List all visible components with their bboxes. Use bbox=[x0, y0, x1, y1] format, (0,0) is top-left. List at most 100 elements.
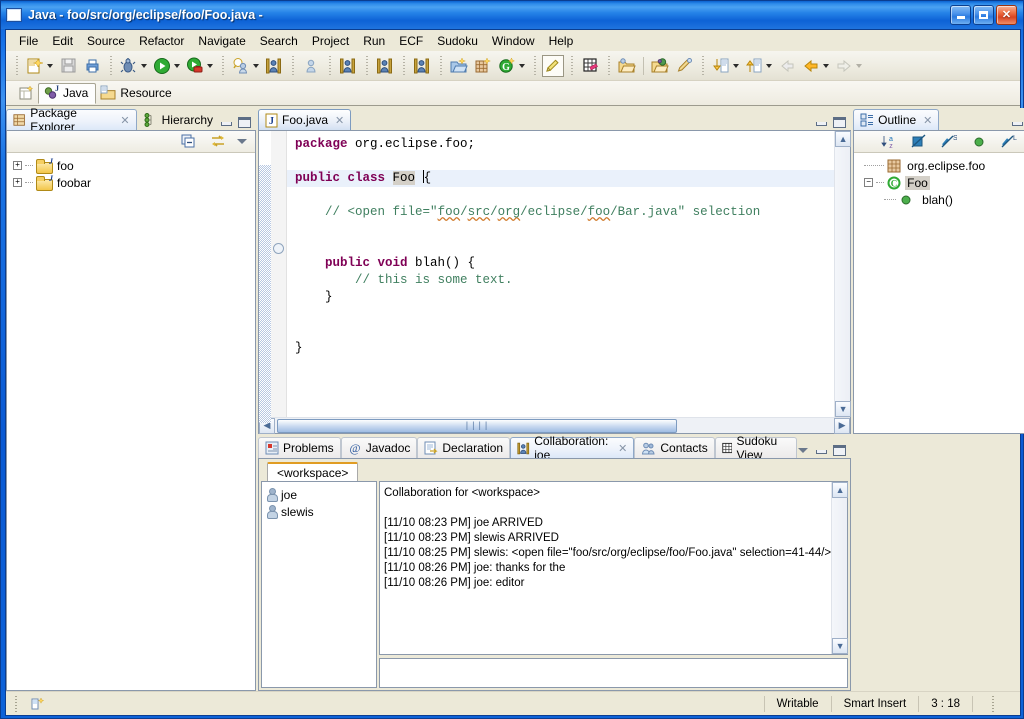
debug-dropdown-chevron-down-icon[interactable] bbox=[141, 63, 147, 68]
package-explorer-maximize-icon[interactable] bbox=[238, 117, 251, 128]
perspective-tab-java[interactable]: J Java bbox=[38, 82, 97, 104]
pencil-marker-icon[interactable] bbox=[542, 54, 564, 77]
tab-collaboration[interactable]: Collaboration: joe ✕ bbox=[510, 434, 635, 462]
menu-item-run[interactable]: Run bbox=[356, 32, 392, 50]
prev-annotation-icon[interactable] bbox=[743, 55, 765, 77]
menu-item-file[interactable]: File bbox=[12, 32, 45, 50]
new-wizard-icon[interactable] bbox=[24, 55, 46, 77]
expand-toggle-foobar[interactable]: + bbox=[13, 178, 22, 187]
debug-icon[interactable] bbox=[118, 55, 140, 77]
back-history-icon[interactable] bbox=[800, 55, 822, 77]
editor-vertical-scrollbar[interactable]: ▲ ▼ bbox=[834, 131, 852, 417]
editor-minimize-icon[interactable] bbox=[815, 117, 828, 128]
chat-input-field[interactable] bbox=[379, 658, 849, 688]
editor-maximize-icon[interactable] bbox=[833, 117, 847, 128]
tree-item-foo[interactable]: + J foo bbox=[13, 157, 255, 174]
package-explorer-minimize-icon[interactable] bbox=[220, 117, 233, 128]
tab-hierarchy[interactable]: Hierarchy bbox=[137, 109, 220, 130]
tab-problems[interactable]: Problems bbox=[258, 437, 341, 458]
collapse-all-icon[interactable] bbox=[177, 131, 199, 153]
roster-item-joe[interactable]: joe bbox=[266, 486, 376, 503]
tab-javadoc[interactable]: @ Javadoc bbox=[340, 437, 418, 458]
workspace-tab[interactable]: <workspace> bbox=[267, 462, 359, 481]
roster-item-slewis[interactable]: slewis bbox=[266, 503, 376, 520]
fold-collapse-icon[interactable] bbox=[273, 243, 284, 254]
hide-public-icon[interactable] bbox=[968, 131, 990, 153]
menu-item-edit[interactable]: Edit bbox=[45, 32, 80, 50]
scroll-down-button[interactable]: ▼ bbox=[835, 401, 852, 417]
menu-item-search[interactable]: Search bbox=[253, 32, 305, 50]
bottom-panel-minimize-icon[interactable] bbox=[815, 445, 828, 456]
tab-package-explorer-close-icon[interactable]: ✕ bbox=[120, 114, 129, 127]
hide-local-icon[interactable]: L bbox=[998, 131, 1020, 153]
menu-item-project[interactable]: Project bbox=[305, 32, 356, 50]
scroll-up-button[interactable]: ▲ bbox=[835, 131, 852, 147]
open-perspective-icon[interactable] bbox=[15, 82, 37, 104]
tab-foo-java-close-icon[interactable]: ✕ bbox=[335, 114, 344, 127]
external-tools-icon[interactable] bbox=[184, 55, 206, 77]
perspective-tab-resource[interactable]: Resource bbox=[96, 83, 178, 104]
ecf-collaboration-2-icon[interactable] bbox=[337, 55, 359, 77]
link-with-editor-icon[interactable] bbox=[207, 131, 229, 153]
new-dropdown-chevron-down-icon[interactable] bbox=[47, 63, 53, 68]
tab-sudoku-view[interactable]: Sudoku View bbox=[714, 434, 798, 462]
back-history-dropdown-chevron-down-icon[interactable] bbox=[823, 63, 829, 68]
package-explorer-view-menu-icon[interactable] bbox=[236, 136, 249, 147]
menu-item-navigate[interactable]: Navigate bbox=[191, 32, 252, 50]
outline-item-class[interactable]: − C Foo bbox=[864, 174, 1024, 191]
open-task-folder-icon[interactable] bbox=[448, 55, 470, 77]
new-g-dropdown-chevron-down-icon[interactable] bbox=[519, 63, 525, 68]
print-icon[interactable] bbox=[81, 55, 103, 77]
menu-item-sudoku[interactable]: Sudoku bbox=[430, 32, 485, 50]
run-icon[interactable] bbox=[151, 55, 173, 77]
external-tools-dropdown-chevron-down-icon[interactable] bbox=[207, 63, 213, 68]
scroll-right-button[interactable]: ▶ bbox=[834, 417, 851, 434]
hide-static-icon[interactable]: S bbox=[938, 131, 960, 153]
tab-contacts[interactable]: Contacts bbox=[634, 437, 715, 458]
ecf-collaboration-3-icon[interactable] bbox=[374, 55, 396, 77]
ecf-collaboration-icon[interactable] bbox=[263, 55, 285, 77]
menu-item-window[interactable]: Window bbox=[485, 32, 542, 50]
menu-item-ecf[interactable]: ECF bbox=[392, 32, 430, 50]
menu-item-source[interactable]: Source bbox=[80, 32, 132, 50]
source-code-text[interactable]: package org.eclipse.foo; public class Fo… bbox=[287, 131, 835, 417]
run-dropdown-chevron-down-icon[interactable] bbox=[174, 63, 180, 68]
open-type-search-icon[interactable] bbox=[230, 55, 252, 77]
menu-item-help[interactable]: Help bbox=[542, 32, 581, 50]
roster-list[interactable]: joe slewis bbox=[261, 481, 377, 688]
new-g-icon[interactable]: G bbox=[496, 55, 518, 77]
chat-log-scrollbar[interactable]: ▲ ▼ bbox=[831, 482, 849, 654]
close-button[interactable]: ✕ bbox=[996, 5, 1017, 25]
tab-collaboration-close-icon[interactable]: ✕ bbox=[618, 442, 627, 455]
menu-item-refactor[interactable]: Refactor bbox=[132, 32, 191, 50]
chat-log[interactable]: Collaboration for <workspace> [11/10 08:… bbox=[379, 481, 849, 655]
bottom-panel-view-menu-icon[interactable] bbox=[797, 445, 810, 456]
outline-item-method[interactable]: blah() bbox=[864, 191, 1024, 208]
ecf-collaboration-4-icon[interactable] bbox=[411, 55, 433, 77]
open-type-dropdown-chevron-down-icon[interactable] bbox=[253, 63, 259, 68]
next-annotation-dropdown-chevron-down-icon[interactable] bbox=[733, 63, 739, 68]
tab-package-explorer[interactable]: Package Explorer ✕ bbox=[6, 106, 137, 134]
sudoku-view-icon[interactable] bbox=[579, 55, 601, 77]
search-pencil-icon[interactable] bbox=[673, 55, 695, 77]
editor-horizontal-scrollbar[interactable]: ◀ |||| ▶ bbox=[259, 417, 851, 434]
outline-minimize-icon[interactable] bbox=[1011, 117, 1024, 128]
tab-outline-close-icon[interactable]: ✕ bbox=[923, 114, 932, 127]
hide-fields-icon[interactable] bbox=[908, 131, 930, 153]
expand-toggle-foo-class[interactable]: − bbox=[864, 178, 874, 187]
new-table-icon[interactable] bbox=[472, 55, 494, 77]
tab-foo-java[interactable]: J Foo.java ✕ bbox=[258, 109, 352, 130]
bottom-panel-maximize-icon[interactable] bbox=[833, 445, 847, 456]
open-resource-icon[interactable] bbox=[616, 55, 638, 77]
outline-item-package[interactable]: org.eclipse.foo bbox=[864, 157, 1024, 174]
tab-outline[interactable]: Outline ✕ bbox=[853, 109, 940, 130]
tree-item-foobar[interactable]: + J foobar bbox=[13, 174, 255, 191]
hscroll-thumb[interactable]: |||| bbox=[277, 418, 677, 433]
expand-toggle-foo[interactable]: + bbox=[13, 161, 22, 170]
prev-annotation-dropdown-chevron-down-icon[interactable] bbox=[766, 63, 772, 68]
sort-az-icon[interactable]: az bbox=[878, 131, 900, 153]
chat-scroll-down-button[interactable]: ▼ bbox=[832, 638, 849, 654]
chat-scroll-up-button[interactable]: ▲ bbox=[832, 482, 849, 498]
next-annotation-icon[interactable] bbox=[710, 55, 732, 77]
maximize-button[interactable] bbox=[973, 5, 994, 25]
